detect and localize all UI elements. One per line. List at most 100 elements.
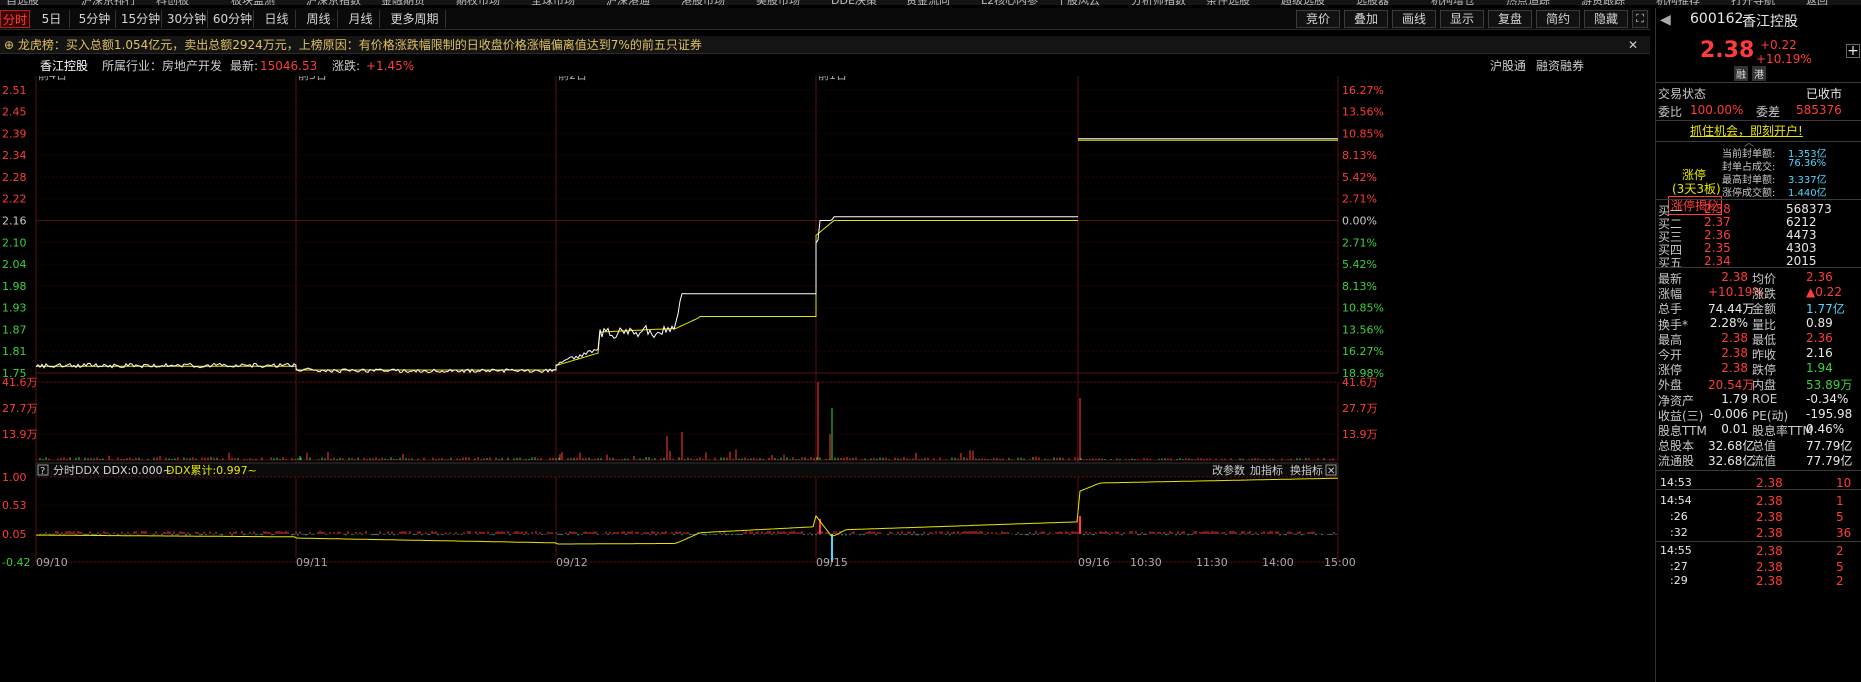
price-tick: 2.22 — [2, 193, 27, 206]
tick-volume: 5 — [1836, 510, 1844, 524]
tick-volume: 2 — [1836, 544, 1844, 558]
tick-volume: 10 — [1836, 476, 1852, 490]
divider — [1656, 82, 1861, 83]
nav-item[interactable]: 沪深京排行 — [81, 0, 136, 5]
price-tick: 2.45 — [2, 106, 27, 119]
chart-group: 2.5718.98%2.5116.27%2.4513.56%2.3910.85%… — [2, 76, 1384, 569]
period-tab[interactable]: 更多周期 — [384, 10, 446, 28]
tick-time: :32 — [1670, 526, 1688, 539]
top-navigation-bar: 自选股 沪深京排行 科创板 板块监测 沪深京指数 金融期货 期权市场 全球市场 沪深港通 港股市场… — [0, 0, 1861, 5]
collapse-arrow-icon[interactable]: ◀ — [1660, 12, 1671, 28]
period-tab[interactable]: 分时 — [0, 10, 30, 28]
period-tab[interactable]: 日线 — [258, 10, 296, 28]
tick-price: 2.38 — [1756, 476, 1783, 490]
nav-item[interactable]: L2核心内参 — [981, 0, 1038, 5]
nav-item[interactable]: 条件选股 — [1206, 0, 1250, 5]
toolbar-button[interactable]: 画线 — [1392, 10, 1436, 28]
nav-item[interactable]: 超级选股 — [1281, 0, 1325, 5]
nav-item[interactable]: 机构增仓 — [1431, 0, 1475, 5]
seal-value: 76.36% — [1788, 158, 1827, 169]
day-label: 前4日 — [38, 76, 67, 82]
ddx-button[interactable]: 换指标 — [1290, 463, 1323, 477]
bid-level-volume: 4473 — [1786, 228, 1817, 242]
nav-item[interactable]: 沪深京指数 — [306, 0, 361, 5]
time-tick: 09/10 — [36, 556, 68, 569]
add-icon[interactable]: + — [1846, 44, 1860, 58]
period-tab[interactable]: 周线 — [300, 10, 338, 28]
nav-item[interactable]: 返回 — [1806, 0, 1828, 5]
tick-price: 2.38 — [1756, 526, 1783, 540]
price-line — [35, 216, 1078, 374]
nav-item[interactable]: 金融期货 — [381, 0, 425, 5]
nav-item[interactable]: 自选股 — [6, 0, 39, 5]
nav-item[interactable]: 期权市场 — [456, 0, 500, 5]
price-change: +0.22 — [1760, 38, 1797, 52]
chart-toolbar: 分时 5日 5分钟 15分钟 30分钟 60分钟 日线 周线 月线 更多周期 竞价 叠加 画线 显示 复盘简… — [0, 8, 1650, 30]
ddx-close-icon[interactable]: ✕ — [1327, 466, 1335, 477]
nav-item[interactable]: 科创板 — [156, 0, 189, 5]
period-tab[interactable]: 5分钟 — [74, 10, 116, 28]
fullscreen-icon[interactable]: ⛶ — [1632, 10, 1648, 28]
toolbar-button[interactable]: 隐藏 — [1584, 10, 1628, 28]
period-tab[interactable]: 月线 — [342, 10, 380, 28]
ddx-button[interactable]: 加指标 — [1250, 463, 1283, 477]
nav-item[interactable]: 板块监测 — [231, 0, 275, 5]
stat-value: 2.36 — [1806, 270, 1833, 284]
chart-area[interactable]: 2.5718.98%2.5116.27%2.4513.56%2.3910.85%… — [0, 76, 1650, 682]
nav-item[interactable]: 游资跟踪 — [1581, 0, 1625, 5]
nav-item[interactable]: 资金流向 — [906, 0, 950, 5]
nav-item[interactable]: 热点追踪 — [1506, 0, 1550, 5]
margin-trading-link[interactable]: 融资融券 — [1536, 56, 1584, 76]
stock-name: 香江控股 — [40, 59, 89, 73]
nav-item[interactable]: 个股风云 — [1056, 0, 1100, 5]
stat-value: 2.36 — [1806, 330, 1833, 345]
pct-tick: 2.71% — [1342, 236, 1377, 249]
nav-item[interactable]: DDE决策 — [831, 0, 877, 5]
pct-tick: 16.27% — [1342, 84, 1384, 97]
stat-value: -195.98 — [1806, 406, 1853, 421]
ddx-tick: -0.42 — [2, 556, 30, 569]
ddx-title: 分时DDX — [53, 464, 100, 477]
toolbar-button[interactable]: 叠加 — [1344, 10, 1388, 28]
ddx-tick: 0.53 — [2, 499, 27, 512]
change-value: +1.45% — [366, 59, 415, 73]
nav-item[interactable]: 美股市场 — [756, 0, 800, 5]
price-pct: +10.19% — [1756, 52, 1812, 66]
stock-code: 600162 — [1690, 11, 1744, 27]
nav-item[interactable]: 机构推荐 — [1656, 0, 1700, 5]
ddx-button[interactable]: 改参数 — [1212, 463, 1245, 477]
nav-item[interactable]: 全球市场 — [531, 0, 575, 5]
price-tick: 1.98 — [2, 280, 27, 293]
volume-tick-right: 41.6万 — [1342, 376, 1378, 389]
nav-item[interactable]: 选股器 — [1356, 0, 1389, 5]
price-tick: 2.04 — [2, 258, 27, 271]
period-tab[interactable]: 5日 — [34, 10, 70, 28]
pct-tick: 8.13% — [1342, 280, 1377, 293]
toolbar-button[interactable]: 简约 — [1536, 10, 1580, 28]
stat-value: 2.38 — [1721, 330, 1748, 345]
nav-item[interactable]: 沪深港通 — [606, 0, 650, 5]
stat-label: ROE — [1752, 391, 1778, 406]
tick-volume: 5 — [1836, 560, 1844, 574]
toolbar-button[interactable]: 显示 — [1440, 10, 1484, 28]
period-tab[interactable]: 15分钟 — [120, 10, 162, 28]
bid-ratio-label: 委比 — [1658, 105, 1683, 119]
tick-time: 14:53 — [1660, 476, 1692, 489]
stock-info-bar: 香江控股 所属行业：房地产开发 最新: 15046.53 涨跌: +1.45% … — [0, 56, 1650, 76]
help-icon[interactable]: ? — [40, 466, 45, 477]
period-tab[interactable]: 30分钟 — [166, 10, 208, 28]
bid-level-price: 2.36 — [1704, 228, 1731, 242]
price-tick: 1.87 — [2, 323, 27, 336]
toolbar-button[interactable]: 竞价 — [1296, 10, 1340, 28]
hk-connect-link[interactable]: 沪股通 — [1490, 56, 1526, 76]
toolbar-button[interactable]: 复盘 — [1488, 10, 1532, 28]
stat-value: 2.38 — [1721, 270, 1748, 284]
tick-time: 14:55 — [1660, 544, 1692, 557]
nav-item[interactable]: 分析师指数 — [1131, 0, 1186, 5]
price-tick: 2.34 — [2, 149, 27, 162]
nav-item[interactable]: 打开导航 — [1731, 0, 1775, 5]
price-tick: 2.39 — [2, 127, 27, 140]
close-icon[interactable]: ✕ — [1628, 36, 1638, 53]
nav-item[interactable]: 港股市场 — [681, 0, 725, 5]
period-tab[interactable]: 60分钟 — [212, 10, 254, 28]
